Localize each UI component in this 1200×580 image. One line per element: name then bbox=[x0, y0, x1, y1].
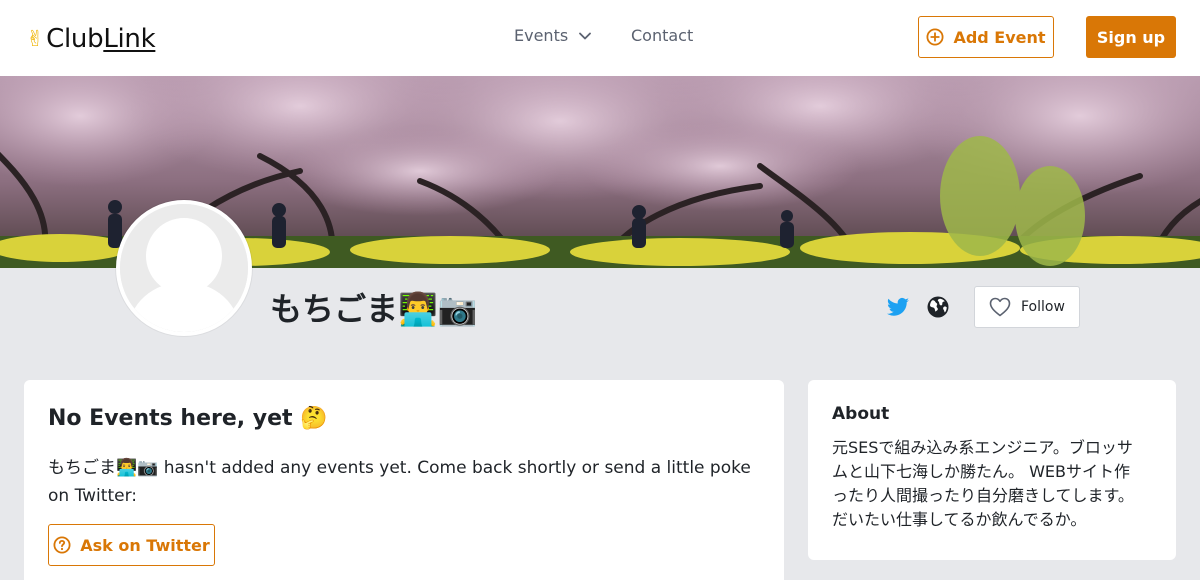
add-event-button[interactable]: Add Event bbox=[918, 16, 1054, 58]
follow-button[interactable]: Follow bbox=[974, 286, 1080, 328]
events-card: No Events here, yet 🤔 もちごま👨‍💻📷 hasn't ad… bbox=[24, 380, 784, 580]
question-circle-icon bbox=[53, 536, 71, 554]
plus-circle-icon bbox=[926, 28, 944, 46]
nav-events-dropdown[interactable]: Events bbox=[514, 26, 592, 45]
events-message: もちごま👨‍💻📷 hasn't added any events yet. Co… bbox=[48, 458, 751, 506]
about-title: About bbox=[832, 404, 890, 424]
twitter-icon[interactable] bbox=[886, 295, 910, 319]
chevron-down-icon bbox=[579, 32, 592, 40]
about-text: 元SESで組み込み系エンジニア。ブロッサムと山下七海しか勝たん。 WEBサイト作… bbox=[832, 438, 1134, 529]
profile-avatar bbox=[116, 200, 252, 336]
events-title: No Events here, yet 🤔 bbox=[48, 406, 328, 431]
nav-contact-label: Contact bbox=[631, 26, 694, 45]
add-event-label: Add Event bbox=[953, 27, 1046, 47]
ask-on-twitter-button[interactable]: Ask on Twitter bbox=[48, 524, 215, 566]
follow-label: Follow bbox=[1021, 299, 1065, 315]
nav-events-label: Events bbox=[514, 26, 569, 45]
logo-text-link: Link bbox=[103, 24, 156, 54]
victory-hand-icon: ✌ bbox=[26, 26, 45, 52]
ask-on-twitter-label: Ask on Twitter bbox=[80, 535, 210, 555]
signup-button[interactable]: Sign up bbox=[1086, 16, 1176, 58]
profile-name: もちごま👨‍💻📷 bbox=[270, 290, 478, 328]
logo-text-club: Club bbox=[46, 24, 104, 54]
heart-icon bbox=[989, 297, 1011, 317]
clublink-logo[interactable]: ✌ Club Link bbox=[26, 22, 156, 56]
nav-contact-link[interactable]: Contact bbox=[631, 26, 693, 45]
top-navbar: ✌ Club Link Events Contact Add Event Sign… bbox=[0, 0, 1200, 76]
globe-icon[interactable] bbox=[926, 295, 950, 319]
about-card: About 元SESで組み込み系エンジニア。ブロッサムと山下七海しか勝たん。 W… bbox=[808, 380, 1176, 560]
signup-label: Sign up bbox=[1096, 27, 1166, 47]
